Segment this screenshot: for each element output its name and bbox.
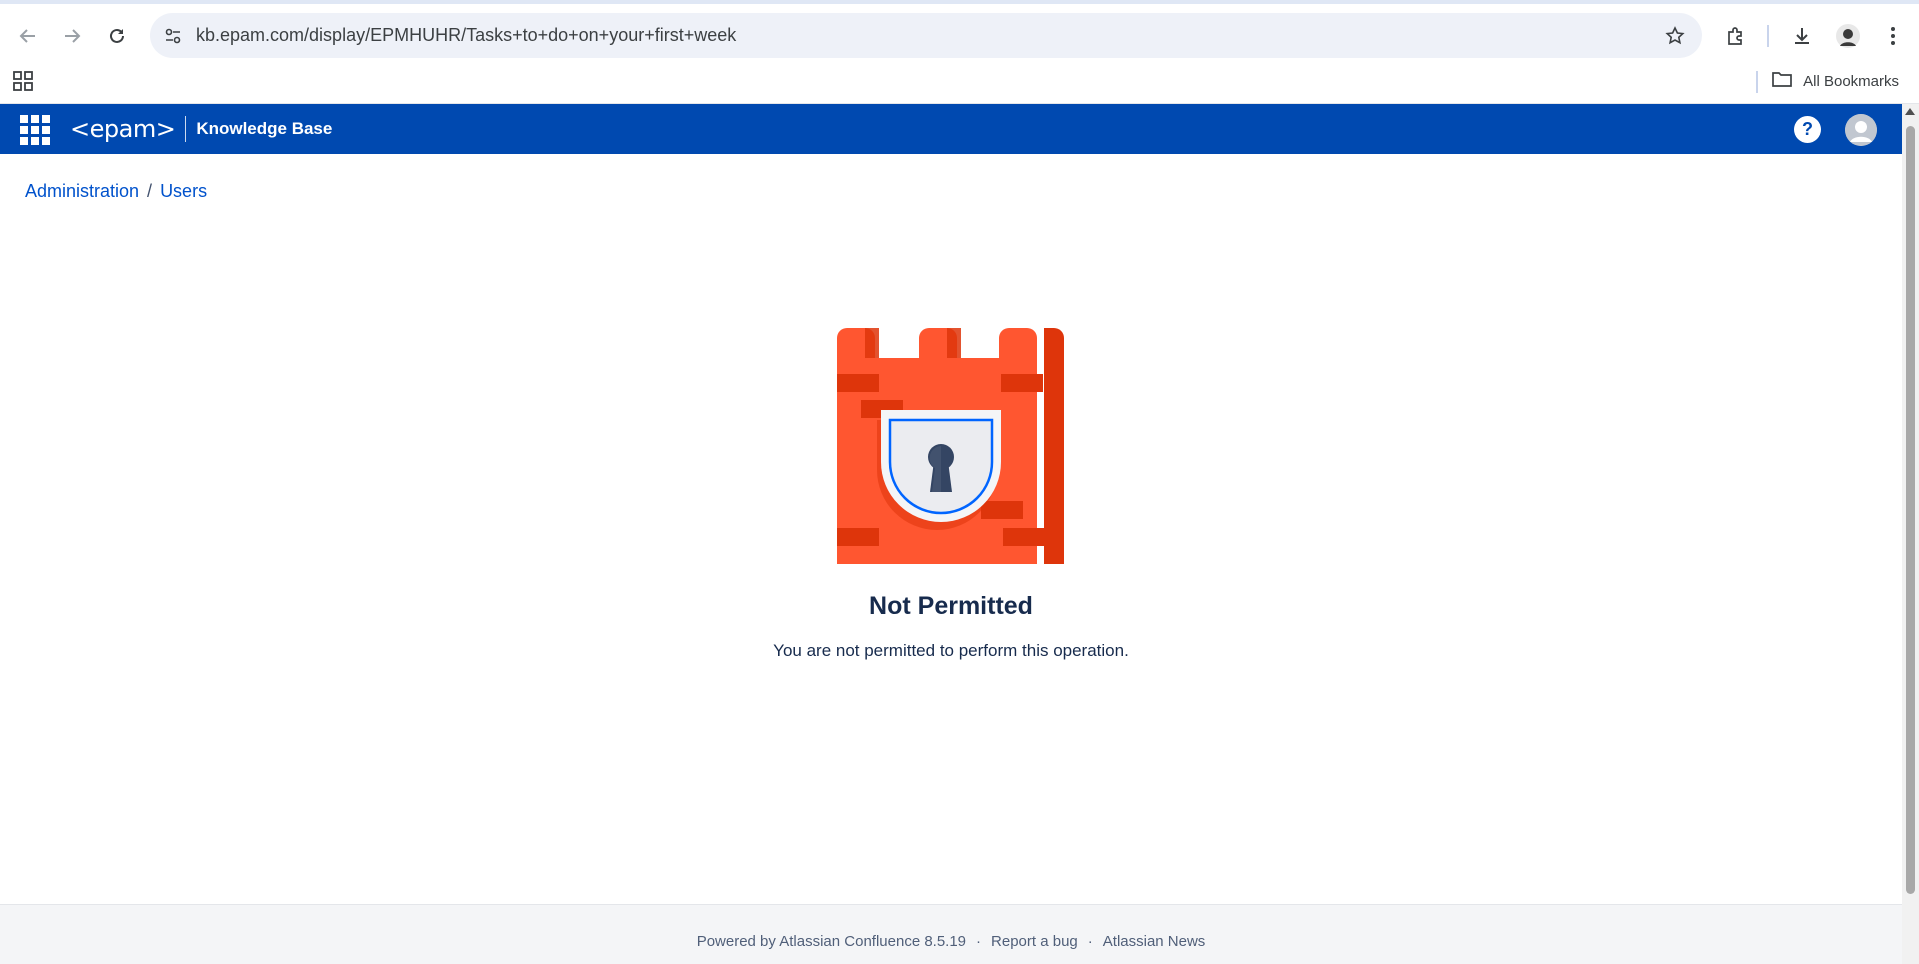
breadcrumb-users[interactable]: Users [160,181,207,202]
bookmarks-divider [1756,71,1758,93]
help-icon[interactable]: ? [1794,116,1821,143]
app-header: <epam> Knowledge Base ? [0,104,1902,154]
url-text[interactable]: kb.epam.com/display/EPMHUHR/Tasks+to+do+… [196,25,736,46]
extensions-icon[interactable] [1718,18,1754,54]
kebab-menu-icon[interactable] [1875,18,1911,54]
footer-links: Powered by Atlassian Confluence 8.5.19 · R… [0,933,1902,950]
toolbar-divider [1767,25,1769,47]
folder-icon [1771,70,1793,92]
locked-tower-illustration [810,328,1064,564]
apps-grid-icon[interactable] [11,69,35,93]
footer-separator: · [1087,933,1093,950]
site-settings-icon[interactable] [162,25,184,47]
breadcrumb-administration[interactable]: Administration [25,181,139,202]
footer-report-bug-link[interactable]: Report a bug [991,933,1078,950]
address-bar[interactable]: kb.epam.com/display/EPMHUHR/Tasks+to+do+… [150,13,1702,58]
all-bookmarks-button[interactable]: All Bookmarks [1771,68,1899,94]
footer-powered-by-link[interactable]: Powered by Atlassian Confluence 8.5.19 [697,933,966,950]
browser-toolbar: kb.epam.com/display/EPMHUHR/Tasks+to+do+… [0,4,1919,60]
footer-separator: · [976,933,982,950]
bookmarks-bar: All Bookmarks [0,60,1919,104]
logo-divider [185,116,187,142]
page-scrollbar[interactable] [1902,104,1919,964]
browser-window: kb.epam.com/display/EPMHUHR/Tasks+to+do+… [0,0,1919,964]
profile-avatar[interactable] [1830,18,1866,54]
home-logo-link[interactable]: <epam> Knowledge Base [70,114,332,144]
product-name: Knowledge Base [196,119,333,138]
reload-icon[interactable] [99,18,135,54]
star-icon[interactable] [1662,23,1688,49]
back-arrow-icon[interactable] [10,18,46,54]
footer-atlassian-news-link[interactable]: Atlassian News [1103,933,1206,950]
download-icon[interactable] [1784,18,1820,54]
epam-logo: <epam> [70,115,176,143]
breadcrumb-separator: / [147,181,153,201]
scrollbar-thumb[interactable] [1906,126,1915,894]
page-footer: Powered by Atlassian Confluence 8.5.19 · R… [0,904,1902,964]
all-bookmarks-label: All Bookmarks [1803,72,1899,90]
app-switcher-icon[interactable] [19,114,51,146]
scroll-up-arrow-icon[interactable] [1905,108,1915,115]
user-avatar[interactable] [1845,114,1877,146]
forward-arrow-icon[interactable] [54,18,90,54]
not-permitted-message: You are not permitted to perform this op… [773,641,1129,660]
breadcrumb: Administration / Users [25,181,207,202]
not-permitted-title: Not Permitted [869,592,1033,620]
